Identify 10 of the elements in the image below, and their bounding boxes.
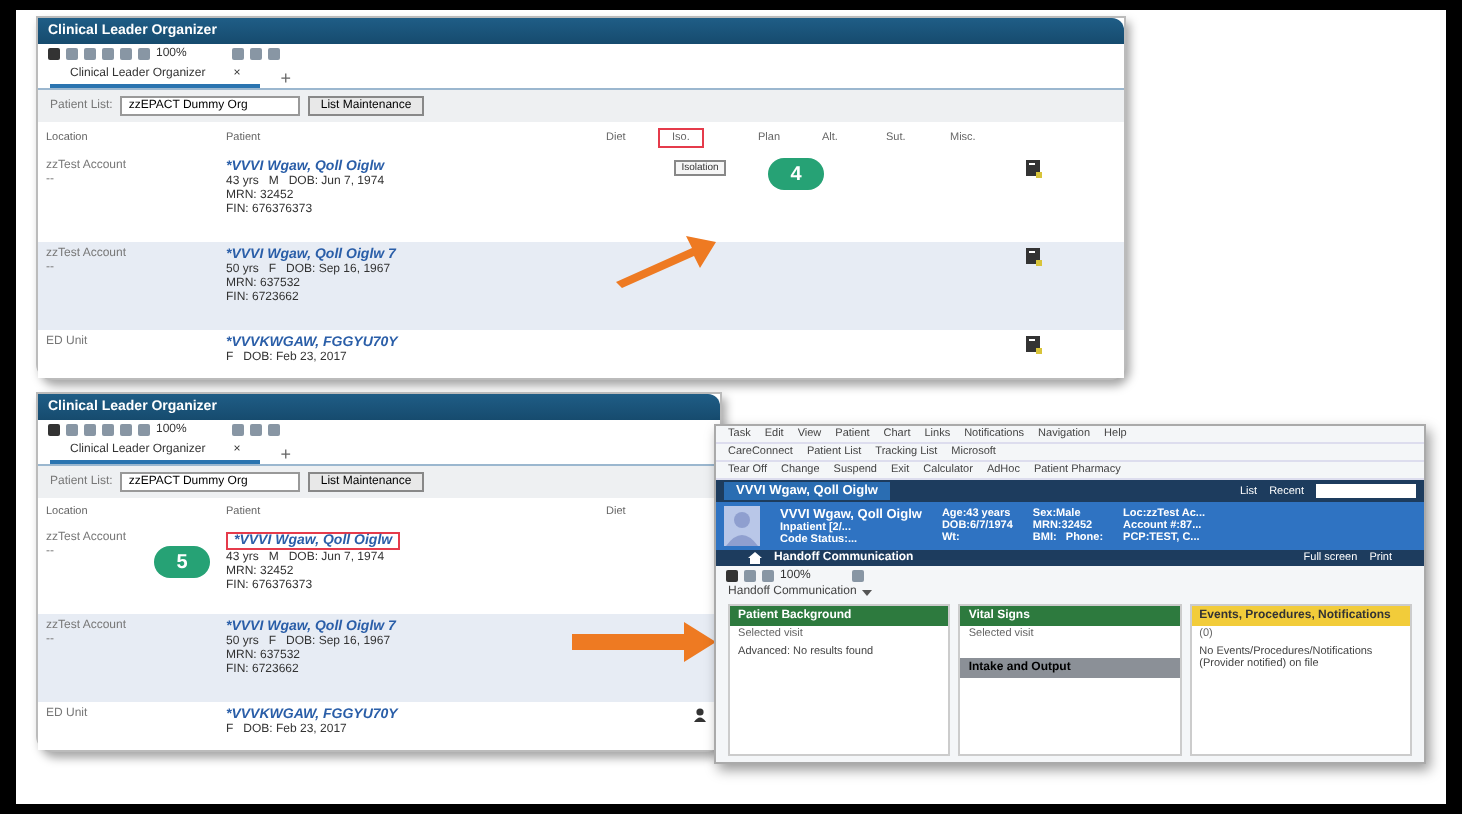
step-callout: 4 bbox=[768, 158, 824, 190]
home-icon[interactable] bbox=[748, 552, 763, 564]
add-tab-button[interactable]: + bbox=[280, 68, 291, 88]
arrow-icon bbox=[612, 230, 720, 290]
search-field[interactable] bbox=[1316, 484, 1416, 498]
add-tab-button[interactable]: + bbox=[280, 444, 291, 464]
caret-icon bbox=[862, 589, 873, 595]
arrow-icon bbox=[572, 622, 716, 662]
avatar-silhouette bbox=[724, 506, 761, 546]
step-callout: 5 bbox=[154, 546, 210, 578]
